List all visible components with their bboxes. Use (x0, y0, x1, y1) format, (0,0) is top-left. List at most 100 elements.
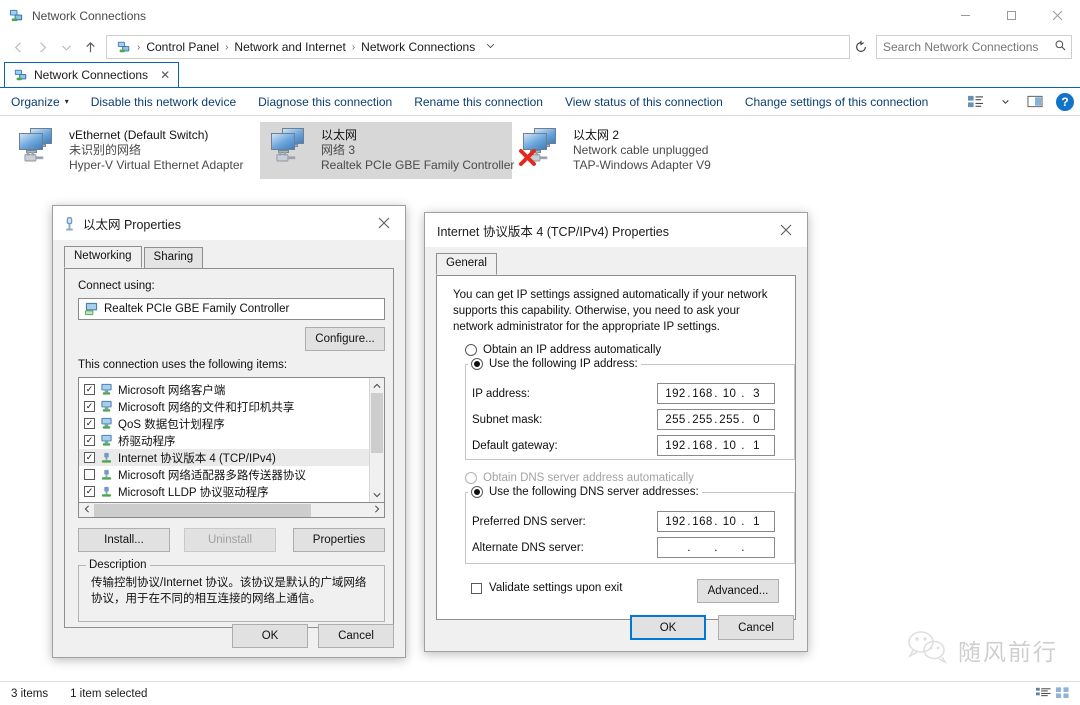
octet-2[interactable]: 168 (692, 388, 714, 400)
ip-address-input[interactable]: 192. 168. 10. 3 (657, 383, 775, 404)
list-item[interactable]: ✓ Internet 协议版本 4 (TCP/IPv4) (79, 449, 384, 466)
back-button[interactable] (6, 35, 30, 59)
minimize-button[interactable] (942, 0, 988, 32)
up-button[interactable] (78, 35, 102, 59)
details-view-icon[interactable] (1035, 685, 1052, 703)
chevron-down-icon[interactable] (480, 40, 500, 54)
checkbox[interactable]: ✓ (84, 401, 95, 412)
advanced-button[interactable]: Advanced... (697, 579, 779, 603)
install-button[interactable]: Install... (78, 528, 170, 552)
radio-button[interactable] (471, 486, 483, 498)
ok-button[interactable]: OK (630, 615, 706, 640)
tab-network-connections[interactable]: Network Connections ✕ (4, 62, 179, 87)
breadcrumb-item-network-and-internet[interactable]: Network and Internet (229, 40, 350, 54)
preferred-dns-input[interactable]: 192. 168. 10. 1 (657, 511, 775, 532)
close-icon[interactable]: ✕ (160, 68, 170, 82)
checkbox[interactable]: ✓ (84, 486, 95, 497)
tab-networking[interactable]: Networking (64, 246, 142, 268)
dialog-footer: OK Cancel (630, 615, 794, 640)
list-item[interactable]: ✓ 桥驱动程序 (79, 432, 384, 449)
vertical-scrollbar[interactable] (369, 378, 384, 502)
breadcrumb-root-icon[interactable] (112, 40, 136, 55)
list-item[interactable]: Microsoft 网络适配器多路传送器协议 (79, 466, 384, 483)
octet-4[interactable]: 1 (746, 440, 768, 452)
octet-4[interactable]: 0 (746, 414, 768, 426)
view-status-button[interactable]: View status of this connection (554, 88, 734, 116)
scrollbar-thumb[interactable] (371, 393, 383, 453)
close-icon[interactable] (363, 206, 405, 240)
rename-connection-button[interactable]: Rename this connection (403, 88, 554, 116)
preview-pane-icon[interactable] (1020, 88, 1050, 116)
alternate-dns-input[interactable]: . . . (657, 537, 775, 558)
octet-3[interactable]: 10 (719, 516, 741, 528)
octet-2[interactable]: 255 (692, 414, 714, 426)
search-input[interactable] (877, 39, 1049, 55)
octet-4[interactable]: 1 (746, 516, 768, 528)
cancel-button[interactable]: Cancel (318, 624, 394, 648)
radio-button[interactable] (471, 358, 483, 370)
cancel-button[interactable]: Cancel (718, 615, 794, 640)
chevron-up-icon[interactable] (370, 378, 384, 393)
ok-button[interactable]: OK (232, 624, 308, 648)
configure-button[interactable]: Configure... (305, 327, 385, 351)
octet-1[interactable]: 255 (665, 414, 687, 426)
tab-sharing[interactable]: Sharing (144, 247, 204, 269)
radio-button[interactable] (465, 344, 477, 356)
octet-2[interactable]: 168 (692, 440, 714, 452)
octet-1[interactable]: 192 (665, 388, 687, 400)
diagnose-connection-button[interactable]: Diagnose this connection (247, 88, 403, 116)
checkbox[interactable]: ✓ (84, 418, 95, 429)
octet-3[interactable]: 10 (719, 388, 741, 400)
obtain-ip-automatically-radio[interactable]: Obtain an IP address automatically (465, 344, 661, 356)
chevron-left-icon[interactable] (79, 505, 94, 515)
scrollbar-track[interactable] (94, 504, 369, 517)
close-icon[interactable] (765, 213, 807, 247)
horizontal-scrollbar[interactable] (78, 503, 385, 518)
checkbox[interactable]: ✓ (84, 452, 95, 463)
list-item[interactable]: ✓ Microsoft 网络的文件和打印机共享 (79, 398, 384, 415)
help-button[interactable]: ? (1050, 88, 1080, 116)
breadcrumb-item-network-connections[interactable]: Network Connections (356, 40, 480, 54)
list-item[interactable]: ✓ Microsoft 网络客户端 (79, 381, 384, 398)
scrollbar-thumb[interactable] (94, 504, 311, 517)
refresh-icon[interactable] (850, 35, 872, 59)
chevron-down-icon[interactable] (370, 487, 384, 502)
close-button[interactable] (1034, 0, 1080, 32)
list-item[interactable]: ✓ Microsoft LLDP 协议驱动程序 (79, 483, 384, 500)
search-box[interactable] (876, 35, 1072, 59)
octet-4[interactable]: 3 (746, 388, 768, 400)
protocol-list[interactable]: ✓ Microsoft 网络客户端 ✓ (78, 377, 385, 503)
address-path-box[interactable]: › Control Panel › Network and Internet ›… (106, 35, 850, 59)
use-following-dns-radio[interactable]: Use the following DNS server addresses: (471, 486, 699, 498)
maximize-button[interactable] (988, 0, 1034, 32)
octet-2[interactable]: 168 (692, 516, 714, 528)
checkbox[interactable]: ✓ (84, 384, 95, 395)
octet-1[interactable]: 192 (665, 440, 687, 452)
tab-general[interactable]: General (436, 253, 497, 275)
adapter-tile-vethernet[interactable]: vEthernet (Default Switch) 未识别的网络 Hyper-… (8, 122, 260, 179)
disable-device-button[interactable]: Disable this network device (80, 88, 247, 116)
properties-button[interactable]: Properties (293, 528, 385, 552)
recent-locations-button[interactable] (54, 35, 78, 59)
large-icons-view-icon[interactable] (1054, 685, 1071, 703)
list-item[interactable]: ✓ QoS 数据包计划程序 (79, 415, 384, 432)
checkbox[interactable]: ✓ (84, 435, 95, 446)
subnet-mask-input[interactable]: 255. 255. 255. 0 (657, 409, 775, 430)
view-options-caret-icon[interactable] (990, 88, 1020, 116)
search-icon[interactable] (1049, 39, 1071, 55)
use-following-ip-radio[interactable]: Use the following IP address: (471, 358, 638, 370)
octet-3[interactable]: 255 (719, 414, 741, 426)
forward-button[interactable] (30, 35, 54, 59)
adapter-tile-ethernet[interactable]: 以太网 网络 3 Realtek PCIe GBE Family Control… (260, 122, 512, 179)
octet-3[interactable]: 10 (719, 440, 741, 452)
breadcrumb-item-control-panel[interactable]: Control Panel (141, 40, 224, 54)
adapter-tile-ethernet-2[interactable]: 以太网 2 Network cable unplugged TAP-Window… (512, 122, 764, 179)
checkbox[interactable] (84, 469, 95, 480)
chevron-right-icon[interactable] (369, 505, 384, 515)
organize-button[interactable]: Organize ▾ (0, 88, 80, 116)
default-gateway-input[interactable]: 192. 168. 10. 1 (657, 435, 775, 456)
view-options-icon[interactable] (960, 88, 990, 116)
octet-1[interactable]: 192 (665, 516, 687, 528)
change-settings-button[interactable]: Change settings of this connection (734, 88, 939, 116)
validate-checkbox[interactable] (471, 583, 482, 594)
